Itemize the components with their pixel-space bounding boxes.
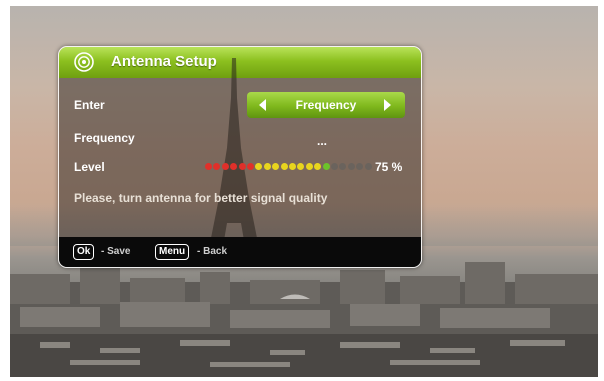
level-dot: [339, 163, 347, 170]
frequency-selector-value: Frequency: [295, 98, 357, 112]
frequency-label: Frequency: [74, 131, 135, 145]
level-dot: [297, 163, 305, 170]
level-dot: [221, 163, 229, 170]
ok-key-badge[interactable]: Ok: [73, 244, 95, 260]
level-dot: [247, 163, 254, 170]
ok-key-description: - Save: [101, 246, 131, 257]
level-dot: [314, 163, 322, 170]
arrow-right-icon[interactable]: [384, 99, 391, 111]
level-dot: [322, 163, 330, 170]
level-label: Level: [74, 160, 105, 174]
level-dot: [331, 163, 338, 170]
antenna-setup-icon: [74, 52, 94, 72]
level-dot: [255, 163, 263, 170]
city-skyline-background: [10, 262, 598, 377]
antenna-setup-dialog: Antenna Setup Enter Frequency Frequency …: [58, 46, 422, 268]
level-dot: [213, 163, 221, 170]
level-dot: [230, 163, 238, 170]
level-dot: [364, 163, 372, 170]
level-dot: [272, 163, 280, 170]
level-dot: [205, 163, 212, 170]
menu-key-badge[interactable]: Menu: [155, 244, 190, 260]
level-dot: [289, 163, 296, 170]
dialog-footer: Ok - Save Menu - Back: [59, 237, 421, 267]
level-dot: [280, 163, 288, 170]
menu-key-description: - Back: [197, 246, 228, 257]
level-dot: [356, 163, 364, 170]
signal-level-meter: [205, 162, 373, 172]
level-dot: [238, 163, 246, 170]
level-percent: 75 %: [375, 160, 403, 174]
enter-label: Enter: [74, 98, 105, 112]
antenna-hint-text: Please, turn antenna for better signal q…: [74, 191, 328, 205]
tv-screen: Antenna Setup Enter Frequency Frequency …: [10, 6, 598, 377]
frequency-value: ...: [317, 134, 328, 148]
level-dot: [263, 163, 271, 170]
frequency-selector[interactable]: Frequency: [247, 92, 405, 118]
eiffel-tower-background: [207, 58, 261, 258]
level-dot: [305, 163, 313, 170]
dialog-body: Enter Frequency Frequency ... Level 75 %…: [59, 58, 421, 258]
level-dot: [347, 163, 355, 170]
